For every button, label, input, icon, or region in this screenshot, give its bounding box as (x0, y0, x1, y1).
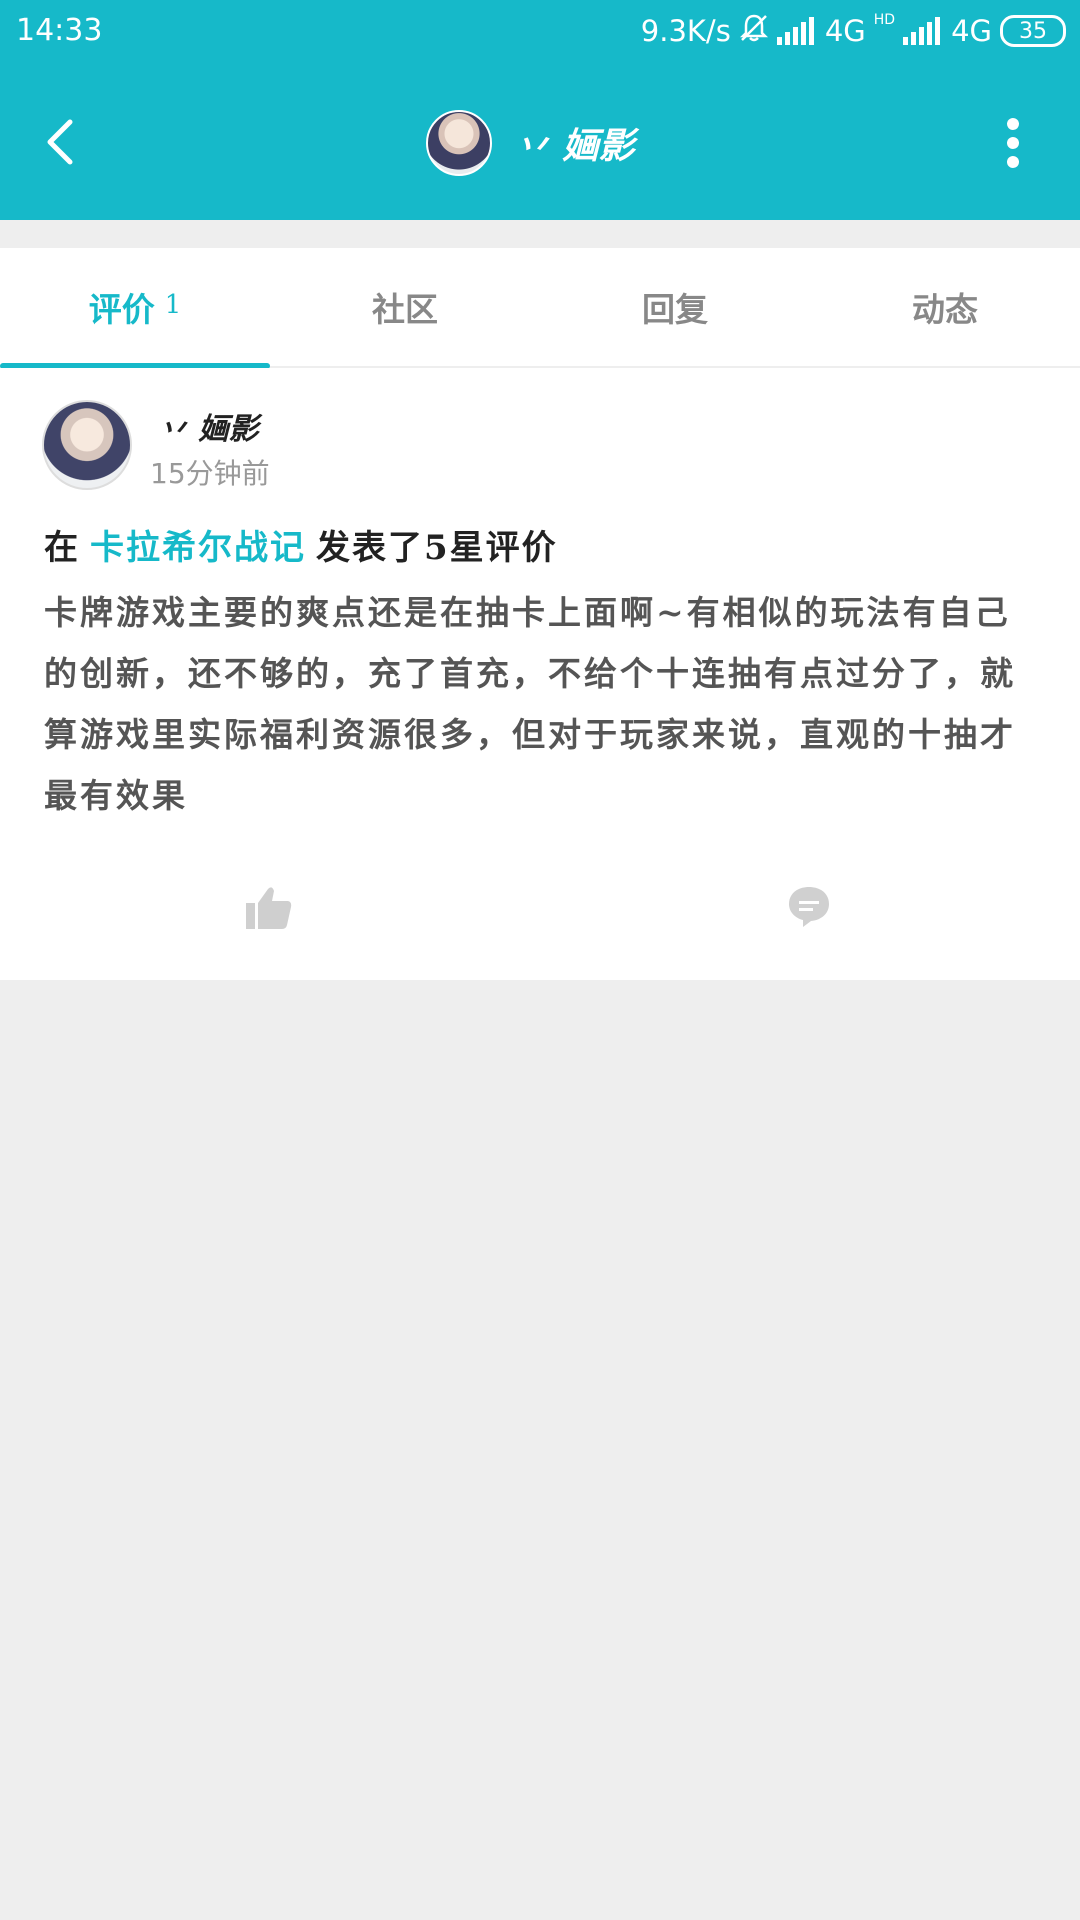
tab-reviews-count: 1 (164, 290, 182, 320)
page-title: 丷 婳影 (514, 125, 635, 167)
tab-activity-label: 动态 (912, 290, 978, 329)
back-arrow-icon (47, 119, 73, 165)
tab-bar: 评价 1 社区 回复 动态 (0, 248, 1080, 369)
game-link[interactable]: 卡拉希尔战记 (90, 528, 306, 568)
comment-button[interactable] (786, 884, 832, 930)
like-button[interactable] (244, 883, 294, 933)
status-time: 14:33 (16, 13, 103, 48)
post-username[interactable]: 丷 婳影 (158, 404, 258, 448)
tab-community[interactable]: 社区 (270, 248, 540, 366)
tab-reviews-label: 评价 (88, 290, 155, 329)
back-button[interactable] (30, 112, 90, 172)
tab-community-label: 社区 (372, 290, 438, 329)
more-vertical-icon (1007, 118, 1019, 130)
comment-icon (789, 887, 829, 927)
hd-label: HD (873, 12, 896, 28)
action-prefix: 在 (44, 528, 80, 568)
tab-activity[interactable]: 动态 (810, 248, 1080, 366)
network-speed: 9.3K/s (640, 14, 731, 48)
post-timestamp: 15分钟前 (150, 457, 270, 490)
more-options-button[interactable] (1006, 118, 1020, 168)
battery-icon: 35 (1000, 15, 1066, 47)
signal-icon-2 (903, 17, 943, 45)
review-card: 丷 婳影 15分钟前 在卡拉希尔战记 发表了5星评价 卡牌游戏主要的爽点还是在抽卡… (0, 368, 1080, 980)
bell-muted-icon (739, 13, 769, 50)
battery-level: 35 (1019, 18, 1047, 44)
action-suffix: 发表了5星评价 (316, 528, 558, 568)
header-avatar (426, 110, 492, 176)
app-header: 14:33 9.3K/s 4G HD 4G 35 丷 婳影 (0, 0, 1080, 220)
signal-icon (776, 17, 817, 45)
thumbs-up-icon (246, 887, 292, 929)
tab-replies-label: 回复 (642, 290, 708, 329)
tab-reviews[interactable]: 评价 1 (0, 248, 270, 369)
review-body: 卡牌游戏主要的爽点还是在抽卡上面啊~有相似的玩法有自己的创新，还不够的，充了首充… (44, 593, 1016, 815)
header-title-group: 丷 婳影 (426, 108, 635, 178)
tab-replies[interactable]: 回复 (540, 248, 810, 366)
avatar[interactable] (42, 400, 132, 490)
review-action-line: 在卡拉希尔战记 发表了5星评价 (44, 520, 558, 569)
network-type-1: 4G (824, 14, 866, 48)
network-type-2: 4G (951, 14, 992, 48)
status-bar-right: 9.3K/s 4G HD 4G 35 (633, 8, 1066, 54)
